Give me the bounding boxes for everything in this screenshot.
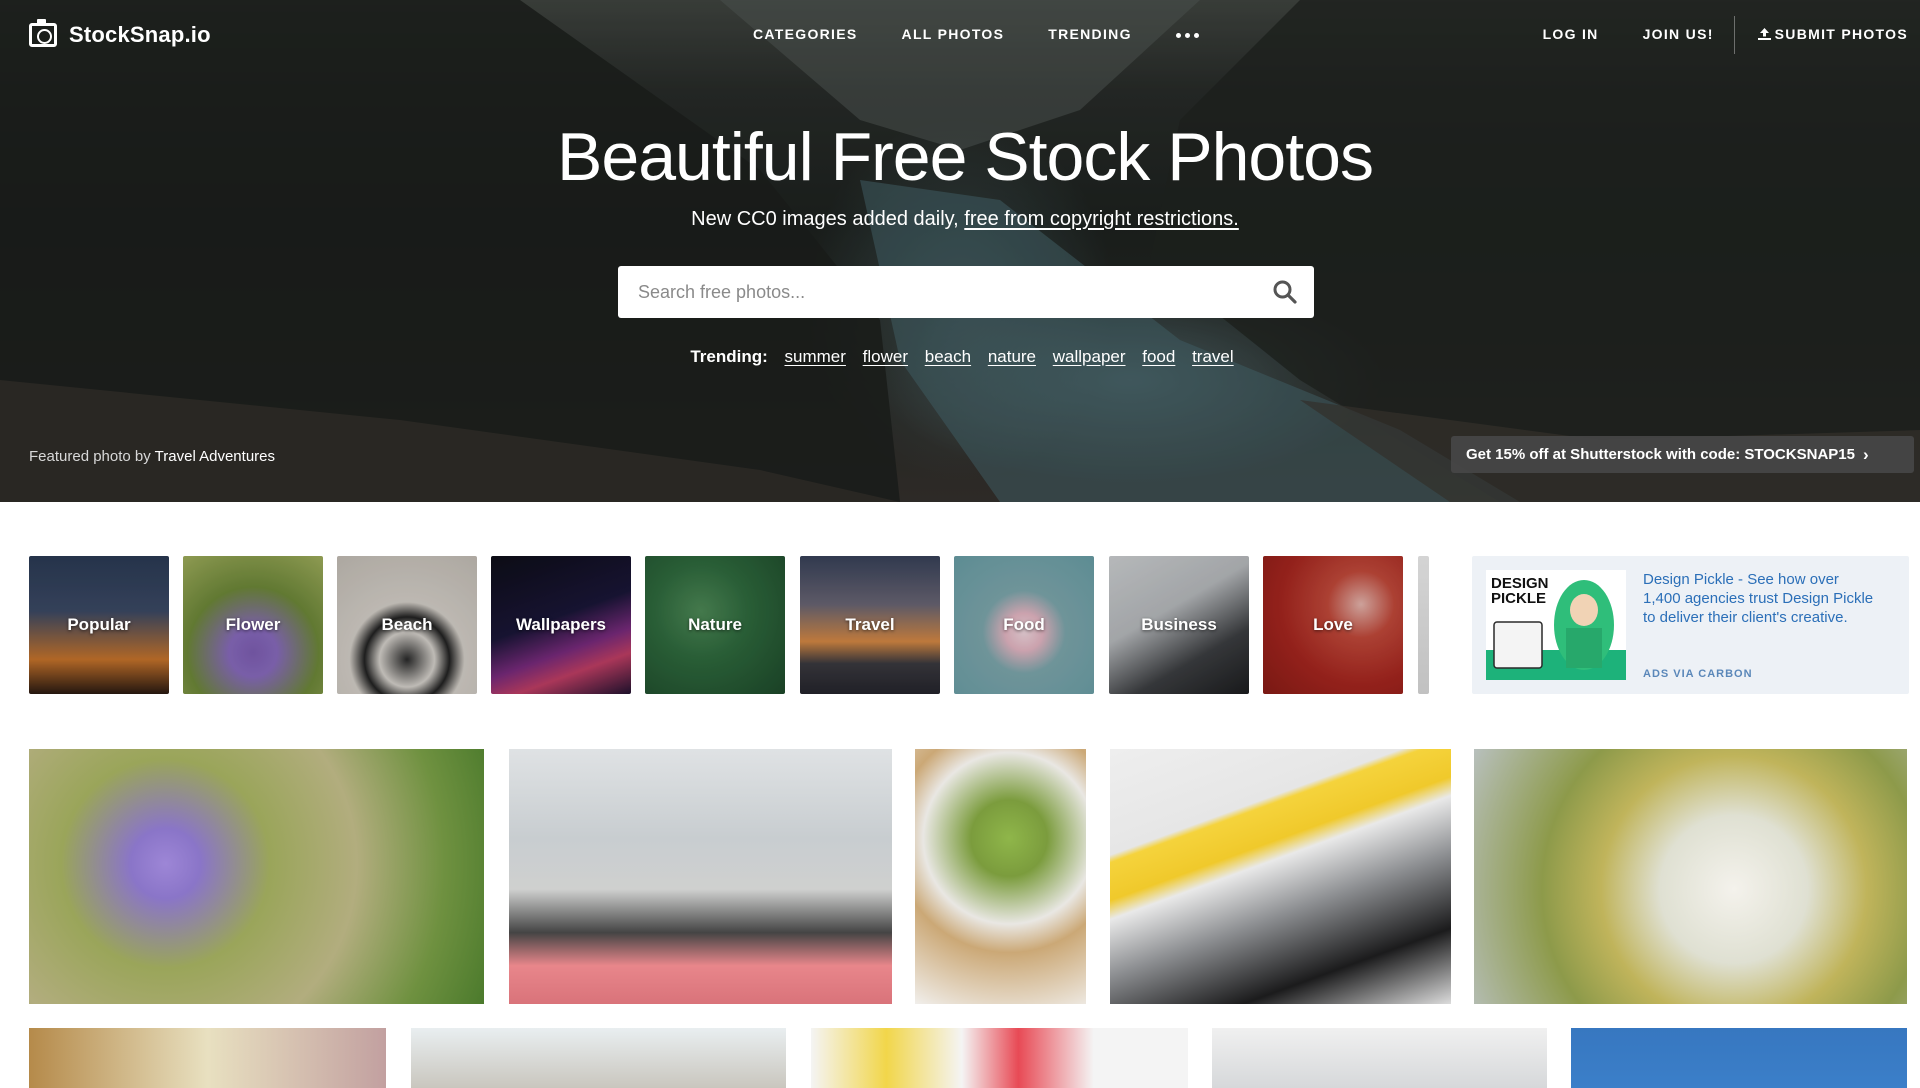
logo-link[interactable]: StockSnap.io xyxy=(29,19,211,48)
shutterstock-promo-button[interactable]: Get 15% off at Shutterstock with code: S… xyxy=(1451,436,1914,473)
logo-text: StockSnap.io xyxy=(69,22,211,47)
top-navigation: StockSnap.io CATEGORIES ALL PHOTOS TREND… xyxy=(0,0,1920,70)
more-dots-icon[interactable] xyxy=(1175,30,1199,38)
hero-overlay xyxy=(0,0,1920,502)
category-business[interactable]: Business xyxy=(1109,556,1249,694)
account-nav: LOG IN JOIN US! SUBMIT PHOTOS xyxy=(1543,26,1908,42)
photo-grid-item[interactable] xyxy=(811,1028,1188,1088)
trending-term[interactable]: beach xyxy=(925,347,971,366)
search-input[interactable] xyxy=(638,266,1238,318)
category-travel[interactable]: Travel xyxy=(800,556,940,694)
category-label: Travel xyxy=(845,615,895,634)
ad-image: DESIGN PICKLE xyxy=(1486,570,1626,680)
photo-grid-item[interactable] xyxy=(1212,1028,1547,1088)
trending-term[interactable]: wallpaper xyxy=(1053,347,1126,366)
category-next-peek[interactable] xyxy=(1418,556,1429,694)
nav-trending[interactable]: TRENDING xyxy=(1048,26,1132,42)
category-label: Wallpapers xyxy=(515,615,607,634)
category-strip: Popular Flower Beach Wallpapers Nature T… xyxy=(29,556,1429,694)
trending-term[interactable]: flower xyxy=(863,347,908,366)
submit-photos-link[interactable]: SUBMIT PHOTOS xyxy=(1757,26,1908,42)
trending-label: Trending: xyxy=(690,347,768,366)
hero-subtitle: New CC0 images added daily, free from co… xyxy=(0,208,1920,231)
hero-title: Beautiful Free Stock Photos xyxy=(557,119,1374,195)
featured-photo-credit: Featured photo by Travel Adventures xyxy=(29,448,275,465)
category-wallpapers[interactable]: Wallpapers xyxy=(491,556,631,694)
photo-avocado-lime[interactable] xyxy=(915,749,1086,1004)
category-label: Love xyxy=(1313,615,1353,634)
category-food[interactable]: Food xyxy=(954,556,1094,694)
category-love[interactable]: Love xyxy=(1263,556,1403,694)
photo-yoga-woman[interactable] xyxy=(509,749,892,1004)
category-label: Popular xyxy=(67,615,131,634)
category-nature[interactable]: Nature xyxy=(645,556,785,694)
photo-grid-item[interactable] xyxy=(1571,1028,1907,1088)
login-link[interactable]: LOG IN xyxy=(1543,26,1599,42)
featured-author-link[interactable]: Travel Adventures xyxy=(155,448,275,465)
category-flower[interactable]: Flower xyxy=(183,556,323,694)
main-nav: CATEGORIES ALL PHOTOS TRENDING xyxy=(753,26,1199,42)
category-label: Beach xyxy=(381,615,433,634)
carbon-ad[interactable]: DESIGN PICKLE Design Pickle - See how ov… xyxy=(1472,556,1909,694)
category-label: Nature xyxy=(688,615,742,634)
chevron-right-icon: › xyxy=(1862,444,1869,464)
join-link[interactable]: JOIN US! xyxy=(1643,26,1714,42)
photo-grid-item[interactable] xyxy=(29,1028,386,1088)
photo-keyboard-phone[interactable] xyxy=(1110,749,1451,1004)
trending-term[interactable]: summer xyxy=(785,347,846,366)
submit-photos-label: SUBMIT PHOTOS xyxy=(1774,26,1908,42)
category-label: Food xyxy=(1003,615,1045,634)
ads-via-carbon: ADS VIA CARBON xyxy=(1643,668,1753,680)
photo-grid-item[interactable] xyxy=(411,1028,786,1088)
nav-all-photos[interactable]: ALL PHOTOS xyxy=(902,26,1005,42)
ad-text: Design Pickle - See how over 1,400 agenc… xyxy=(1643,571,1874,626)
hero-subtitle-text: New CC0 images added daily, xyxy=(691,208,965,230)
copyright-link[interactable]: free from copyright restrictions. xyxy=(964,208,1239,230)
trending-term[interactable]: travel xyxy=(1192,347,1234,366)
trending-term[interactable]: nature xyxy=(988,347,1036,366)
trending-terms: Trending: summer flower beach nature wal… xyxy=(0,347,1920,367)
promo-text: Get 15% off at Shutterstock with code: S… xyxy=(1466,446,1855,463)
photo-bellflowers[interactable] xyxy=(29,749,484,1004)
category-beach[interactable]: Beach xyxy=(337,556,477,694)
trending-term[interactable]: food xyxy=(1142,347,1175,366)
nav-categories[interactable]: CATEGORIES xyxy=(753,26,858,42)
hero-section: StockSnap.io CATEGORIES ALL PHOTOS TREND… xyxy=(0,0,1920,502)
ad-illustration xyxy=(1486,580,1626,680)
category-label: Flower xyxy=(225,615,281,634)
featured-prefix: Featured photo by xyxy=(29,448,155,465)
category-label: Business xyxy=(1141,615,1217,634)
photo-white-wildflowers[interactable] xyxy=(1474,749,1907,1004)
upload-icon xyxy=(1757,28,1771,40)
search-icon[interactable] xyxy=(1272,279,1298,305)
category-popular[interactable]: Popular xyxy=(29,556,169,694)
camera-icon xyxy=(29,19,57,47)
search-bar xyxy=(618,266,1314,318)
